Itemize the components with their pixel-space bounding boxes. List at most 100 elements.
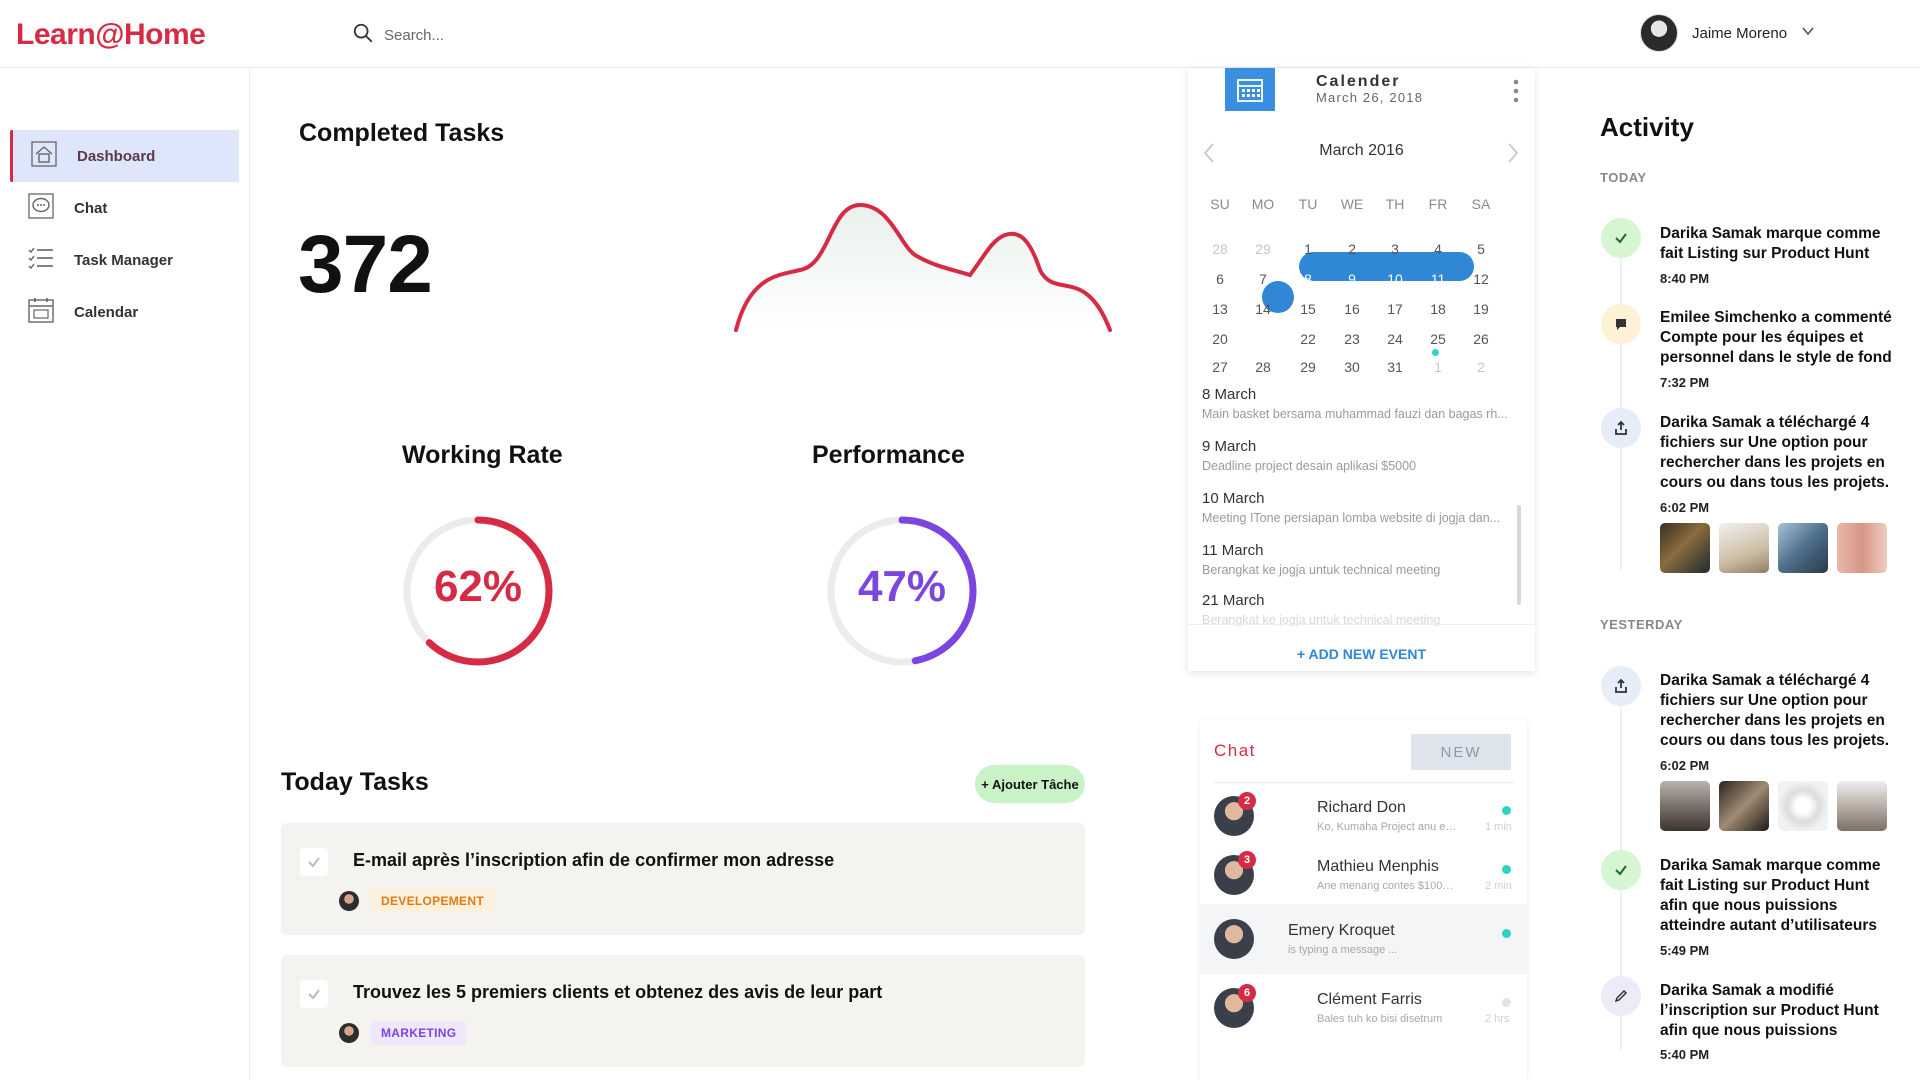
calendar-day[interactable]: 1 bbox=[1420, 354, 1456, 380]
check-icon bbox=[1615, 865, 1627, 876]
event-date[interactable]: 11 March bbox=[1202, 542, 1263, 559]
attachment-thumbnail[interactable] bbox=[1719, 523, 1769, 573]
chat-conversation[interactable]: Emery Kroquet is typing a message ... bbox=[1200, 904, 1527, 974]
task-card[interactable]: Trouvez les 5 premiers clients et obtene… bbox=[281, 955, 1085, 1067]
online-status-dot bbox=[1502, 865, 1511, 874]
calendar-day[interactable]: 5 bbox=[1463, 236, 1499, 262]
search-input[interactable] bbox=[384, 27, 684, 44]
calendar-day[interactable]: 7 bbox=[1245, 266, 1281, 292]
chat-conversation[interactable]: 3 Mathieu Menphis Ane menang contes $100… bbox=[1200, 843, 1527, 907]
task-checkbox[interactable] bbox=[300, 848, 328, 876]
task-card[interactable]: E-mail après l’inscription afin de confi… bbox=[281, 823, 1085, 935]
weekday-label: TU bbox=[1298, 196, 1318, 212]
user-avatar[interactable] bbox=[1640, 14, 1678, 52]
calendar-day[interactable]: 4 bbox=[1420, 236, 1456, 262]
more-vertical-icon[interactable] bbox=[1513, 78, 1519, 104]
activity-text: Darika Samak a téléchargé 4 fichiers sur… bbox=[1660, 414, 1890, 491]
attachment-thumbnail[interactable] bbox=[1778, 523, 1828, 573]
chevron-down-icon[interactable] bbox=[1801, 24, 1815, 43]
working-rate-value: 62% bbox=[433, 562, 523, 611]
event-date[interactable]: 8 March bbox=[1202, 386, 1256, 403]
sidebar-item-label: Calendar bbox=[74, 303, 139, 321]
add-task-button[interactable]: + Ajouter Tâche bbox=[975, 765, 1085, 803]
calendar-day[interactable]: 28 bbox=[1245, 354, 1281, 380]
weekday-label: TH bbox=[1385, 196, 1405, 212]
calendar-day[interactable]: 10 bbox=[1377, 266, 1413, 292]
calendar-day[interactable]: 21 bbox=[1245, 326, 1281, 352]
activity-item-icon bbox=[1601, 408, 1641, 448]
calendar-day[interactable]: 25 bbox=[1420, 326, 1456, 352]
event-list-scrollbar[interactable] bbox=[1517, 505, 1521, 605]
event-date[interactable]: 10 March bbox=[1202, 490, 1265, 507]
chat-time: 2 hrs bbox=[1485, 1013, 1510, 1025]
calendar-day[interactable]: 29 bbox=[1245, 236, 1281, 262]
sidebar-item-task-manager[interactable]: Task Manager bbox=[10, 234, 239, 286]
calendar-day[interactable]: 8 bbox=[1290, 266, 1326, 292]
chat-conversation[interactable]: 2 Richard Don Ko, Kumaha Project anu eta… bbox=[1200, 784, 1527, 848]
calendar-day[interactable]: 2 bbox=[1334, 236, 1370, 262]
working-rate-title: Working Rate bbox=[402, 441, 563, 469]
attachment-thumbnail[interactable] bbox=[1837, 781, 1887, 831]
calendar-day[interactable]: 1 bbox=[1290, 236, 1326, 262]
new-chat-button[interactable]: NEW bbox=[1411, 734, 1511, 770]
top-bar: Learn@Home Jaime Moreno bbox=[0, 0, 1920, 68]
calendar-icon bbox=[1225, 68, 1275, 111]
calendar-day[interactable]: 22 bbox=[1290, 326, 1326, 352]
attachment-thumbnail[interactable] bbox=[1778, 781, 1828, 831]
calendar-day[interactable]: 26 bbox=[1463, 326, 1499, 352]
calendar-day[interactable]: 30 bbox=[1334, 354, 1370, 380]
attachment-thumbnail[interactable] bbox=[1837, 523, 1887, 573]
attachment-thumbnail[interactable] bbox=[1660, 523, 1710, 573]
add-event-button[interactable]: + ADD NEW EVENT bbox=[1188, 646, 1535, 662]
unread-badge: 2 bbox=[1238, 792, 1256, 810]
calendar-day[interactable]: 23 bbox=[1334, 326, 1370, 352]
activity-time: 6:02 PM bbox=[1660, 758, 1710, 773]
sidebar-item-chat[interactable]: Chat bbox=[10, 182, 239, 234]
calendar-day[interactable]: 14 bbox=[1245, 296, 1281, 322]
calendar-day[interactable]: 20 bbox=[1202, 326, 1238, 352]
sidebar-item-dashboard[interactable]: Dashboard bbox=[10, 130, 239, 182]
weekday-label: SU bbox=[1210, 196, 1230, 212]
search-bar[interactable] bbox=[352, 22, 684, 49]
sidebar-item-label: Chat bbox=[74, 199, 108, 217]
unread-badge: 6 bbox=[1238, 984, 1256, 1002]
calendar-day[interactable]: 3 bbox=[1377, 236, 1413, 262]
sidebar-item-label: Task Manager bbox=[74, 251, 173, 269]
attachment-thumbnail[interactable] bbox=[1660, 781, 1710, 831]
sidebar: Dashboard Chat Task Manager Calendar bbox=[0, 68, 250, 1080]
app-logo[interactable]: Learn@Home bbox=[16, 18, 206, 52]
calendar-day[interactable]: 24 bbox=[1377, 326, 1413, 352]
activity-item-icon bbox=[1601, 976, 1641, 1016]
calendar-day[interactable]: 6 bbox=[1202, 266, 1238, 292]
calendar-day[interactable]: 31 bbox=[1377, 354, 1413, 380]
online-status-dot bbox=[1502, 929, 1511, 938]
chat-contact-name: Mathieu Menphis bbox=[1317, 858, 1439, 875]
chat-conversation[interactable]: 6 Clément Farris Bales tuh ko bisi diset… bbox=[1200, 976, 1527, 1040]
upload-icon bbox=[1615, 678, 1627, 693]
calendar-day[interactable]: 18 bbox=[1420, 296, 1456, 322]
calendar-day[interactable]: 11 bbox=[1420, 266, 1456, 292]
search-icon[interactable] bbox=[352, 22, 374, 49]
calendar-day[interactable]: 9 bbox=[1334, 266, 1370, 292]
event-date[interactable]: 9 March bbox=[1202, 438, 1256, 455]
calendar-day[interactable]: 2 bbox=[1463, 354, 1499, 380]
performance-title: Performance bbox=[812, 441, 965, 469]
calendar-day[interactable]: 28 bbox=[1202, 236, 1238, 262]
calendar-day[interactable]: 13 bbox=[1202, 296, 1238, 322]
calendar-day[interactable]: 12 bbox=[1463, 266, 1499, 292]
event-date[interactable]: 21 March bbox=[1202, 592, 1265, 609]
upload-icon bbox=[1615, 420, 1627, 435]
calendar-day[interactable]: 29 bbox=[1290, 354, 1326, 380]
sidebar-item-calendar[interactable]: Calendar bbox=[10, 286, 239, 338]
user-menu[interactable]: Jaime Moreno bbox=[1640, 14, 1815, 52]
calendar-day[interactable]: 15 bbox=[1290, 296, 1326, 322]
calendar-day[interactable]: 19 bbox=[1463, 296, 1499, 322]
chat-last-message: Ane menang contes $1000 ... bbox=[1317, 880, 1457, 892]
user-name[interactable]: Jaime Moreno bbox=[1692, 25, 1787, 42]
attachment-thumbnail[interactable] bbox=[1719, 781, 1769, 831]
chevron-right-icon[interactable] bbox=[1506, 142, 1520, 164]
calendar-day[interactable]: 16 bbox=[1334, 296, 1370, 322]
calendar-day[interactable]: 17 bbox=[1377, 296, 1413, 322]
calendar-day[interactable]: 27 bbox=[1202, 354, 1238, 380]
task-checkbox[interactable] bbox=[300, 980, 328, 1008]
